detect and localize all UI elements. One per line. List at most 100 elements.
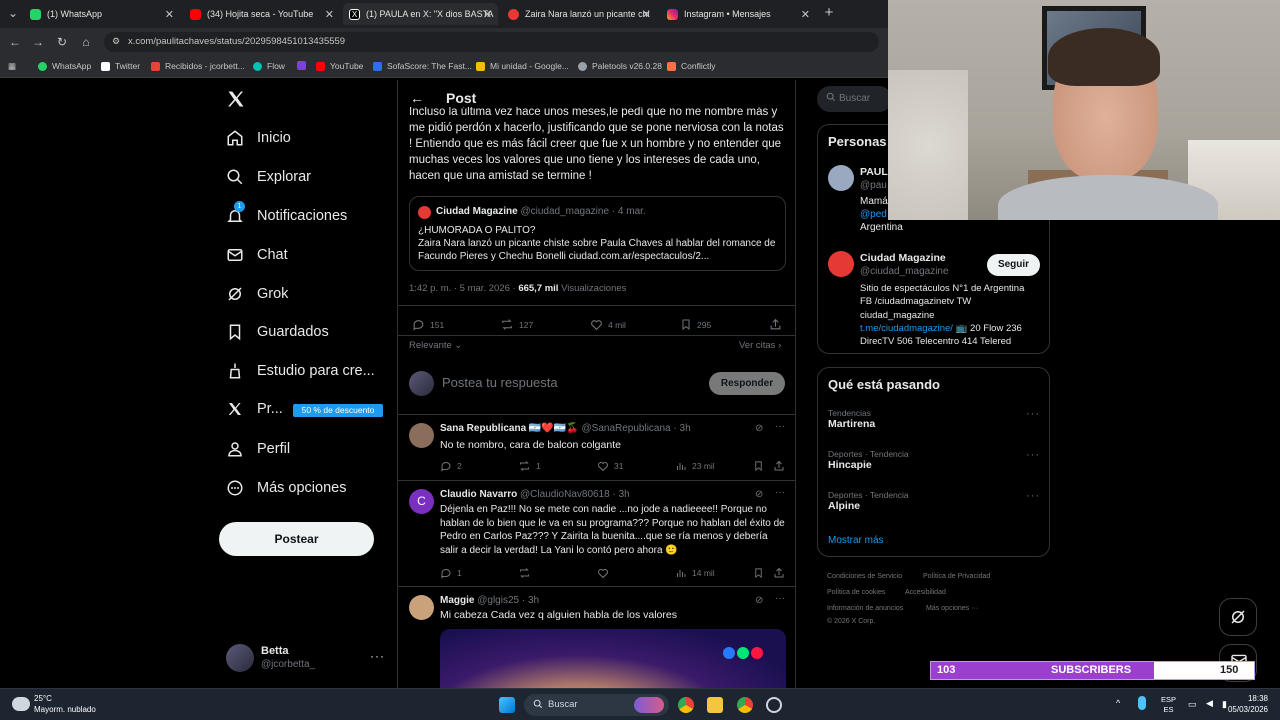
reply-action[interactable]: 2 <box>440 460 462 472</box>
reply-input[interactable]: Postea tu respuesta <box>442 375 558 390</box>
forward-icon[interactable]: → <box>31 35 45 49</box>
close-tab-icon[interactable]: ✕ <box>325 8 334 21</box>
browser-tab[interactable]: (1) WhatsApp ✕ <box>24 3 180 25</box>
repost-action[interactable]: 1 <box>518 460 541 472</box>
more-dots-icon[interactable]: ··· <box>1026 449 1040 461</box>
close-tab-icon[interactable]: ✕ <box>801 8 810 21</box>
footer-link[interactable]: Accesibilidad <box>905 589 946 596</box>
more-dots-icon[interactable]: ··· <box>1026 408 1040 420</box>
share-icon[interactable] <box>773 460 790 472</box>
reload-icon[interactable]: ↻ <box>55 35 69 49</box>
back-arrow-icon[interactable]: ← <box>410 90 424 106</box>
person-bio-link[interactable]: @ped <box>860 209 887 220</box>
person-bio-link[interactable]: t.me/ciudadmagazine/ <box>860 323 953 334</box>
close-tab-icon[interactable]: ✕ <box>483 8 492 21</box>
nav-chat[interactable]: Chat <box>226 246 288 264</box>
trend-item[interactable]: Deportes · Tendencia Alpine <box>828 490 909 512</box>
browser-tab[interactable]: Zaira Nara lanzó un picante chi ✕ <box>502 3 657 25</box>
reply-button[interactable]: Responder <box>709 372 785 395</box>
views-action[interactable]: 14 mil <box>675 567 715 579</box>
bookmark-whatsapp[interactable]: WhatsApp <box>38 61 91 71</box>
more-dots-icon[interactable]: ··· <box>1026 490 1040 502</box>
bookmark-icon[interactable] <box>753 460 769 472</box>
clock-time[interactable]: 18:38 <box>1226 694 1268 703</box>
weather-description[interactable]: Mayorm. nublado <box>34 705 96 714</box>
repost-action[interactable] <box>518 567 536 579</box>
bookmark-icon[interactable] <box>753 567 769 579</box>
more-dots-icon[interactable]: ··· <box>775 487 785 498</box>
home-icon[interactable]: ⌂ <box>79 35 93 49</box>
reply-media-image[interactable] <box>440 629 786 688</box>
tab-list-chevron-icon[interactable]: ⌄ <box>6 6 20 20</box>
bookmark-action[interactable]: 295 <box>680 318 711 331</box>
grok-icon[interactable]: ⊘ <box>755 489 763 500</box>
nav-notifications[interactable]: 1 Notificaciones <box>226 201 347 225</box>
chrome-icon[interactable] <box>678 697 694 713</box>
language-code[interactable]: ESP <box>1161 695 1176 705</box>
bookmark-flow[interactable]: Flow <box>253 61 285 71</box>
trend-item[interactable]: Deportes · Tendencia Hincapie <box>828 449 909 471</box>
bookmark-gmail[interactable]: Recibidos - jcorbett... <box>151 61 245 71</box>
nav-bookmarks[interactable]: Guardados <box>226 323 329 341</box>
like-action[interactable] <box>597 567 614 579</box>
quoted-post[interactable]: Ciudad Magazine @ciudad_magazine · 4 mar… <box>409 196 786 271</box>
reply-action[interactable]: 151 <box>412 318 444 331</box>
post-timestamp[interactable]: 1:42 p. m. · 5 mar. 2026 · <box>409 283 516 294</box>
grok-floating-button[interactable] <box>1219 598 1257 636</box>
premium-discount-badge[interactable]: 50 % de descuento <box>293 404 383 417</box>
reply-action[interactable]: 1 <box>440 567 462 579</box>
more-dots-icon[interactable]: ··· <box>370 649 385 663</box>
volume-icon[interactable]: ◀ <box>1206 698 1213 709</box>
close-tab-icon[interactable]: ✕ <box>642 8 651 21</box>
like-action[interactable]: 31 <box>597 460 623 472</box>
weather-temperature[interactable]: 25°C <box>34 694 52 703</box>
keyboard-layout[interactable]: ES <box>1161 705 1176 715</box>
bookmark-paletools[interactable]: Paletools v26.0.28 <box>578 61 662 71</box>
footer-link[interactable]: Más opciones ··· <box>926 605 978 612</box>
site-info-icon[interactable]: ⚙ <box>112 36 120 47</box>
bookmark-youtube[interactable]: YouTube <box>316 61 363 71</box>
chevron-up-icon[interactable]: ^ <box>1116 698 1120 708</box>
footer-link[interactable]: Política de Privacidad <box>923 573 990 580</box>
like-action[interactable]: 4 mil <box>590 318 626 331</box>
microphone-icon[interactable] <box>1138 696 1146 710</box>
sort-dropdown[interactable]: Relevante ⌄ <box>409 340 462 351</box>
footer-link[interactable]: Política de cookies <box>827 589 885 596</box>
chrome-profile-icon[interactable] <box>737 697 753 713</box>
x-logo-icon[interactable] <box>226 89 246 109</box>
back-icon[interactable]: ← <box>8 35 22 49</box>
more-dots-icon[interactable]: ··· <box>775 593 785 604</box>
footer-link[interactable]: Información de anuncios <box>827 605 903 612</box>
post-button[interactable]: Postear <box>219 522 374 556</box>
bookmark-sofascore[interactable]: SofaScore: The Fast... <box>373 61 472 71</box>
bookmark-conflictly[interactable]: Conflictly <box>667 61 715 71</box>
app-icon[interactable] <box>766 697 782 713</box>
nav-profile[interactable]: Perfil <box>226 440 290 458</box>
browser-tab[interactable]: (34) Hojita seca - YouTube ✕ <box>184 3 340 25</box>
file-explorer-icon[interactable] <box>707 697 723 713</box>
search-input[interactable]: Buscar <box>817 86 892 112</box>
account-switcher[interactable]: Betta @jcorbetta_ ··· <box>226 641 386 677</box>
grok-icon[interactable]: ⊘ <box>755 595 763 606</box>
clock-date[interactable]: 05/03/2026 <box>1224 705 1268 714</box>
trend-item[interactable]: Tendencias Martirena <box>828 408 875 430</box>
taskbar-search[interactable]: Buscar <box>524 694 669 716</box>
reply-post[interactable]: Sana Republicana 🇦🇷❤️🇦🇷🍒 @SanaRepublican… <box>398 415 795 481</box>
nav-grok[interactable]: Grok <box>226 285 288 303</box>
browser-tab-active[interactable]: X (1) PAULA en X: "X dios BASTA ✕ <box>343 3 498 25</box>
nav-explore[interactable]: Explorar <box>226 168 311 186</box>
bookmark-twitch[interactable] <box>297 61 311 70</box>
share-icon[interactable] <box>769 318 787 331</box>
nav-creator-studio[interactable]: Estudio para cre... <box>226 362 375 380</box>
reply-post[interactable]: Maggie @glgis25 · 3h ⊘ ··· Mi cabeza Cad… <box>398 587 795 688</box>
grok-icon[interactable]: ⊘ <box>755 423 763 434</box>
new-tab-icon[interactable]: + <box>822 4 836 21</box>
footer-link[interactable]: Condiciones de Servicio <box>827 573 902 580</box>
apps-grid-icon[interactable]: ▦ <box>8 61 16 72</box>
share-icon[interactable] <box>773 567 790 579</box>
nav-more-options[interactable]: Más opciones <box>226 479 346 497</box>
windows-start-icon[interactable] <box>499 697 515 713</box>
views-action[interactable]: 23 mil <box>675 460 715 472</box>
bookmark-drive[interactable]: Mi unidad - Google... <box>476 61 569 71</box>
follow-button[interactable]: Seguir <box>987 254 1040 276</box>
